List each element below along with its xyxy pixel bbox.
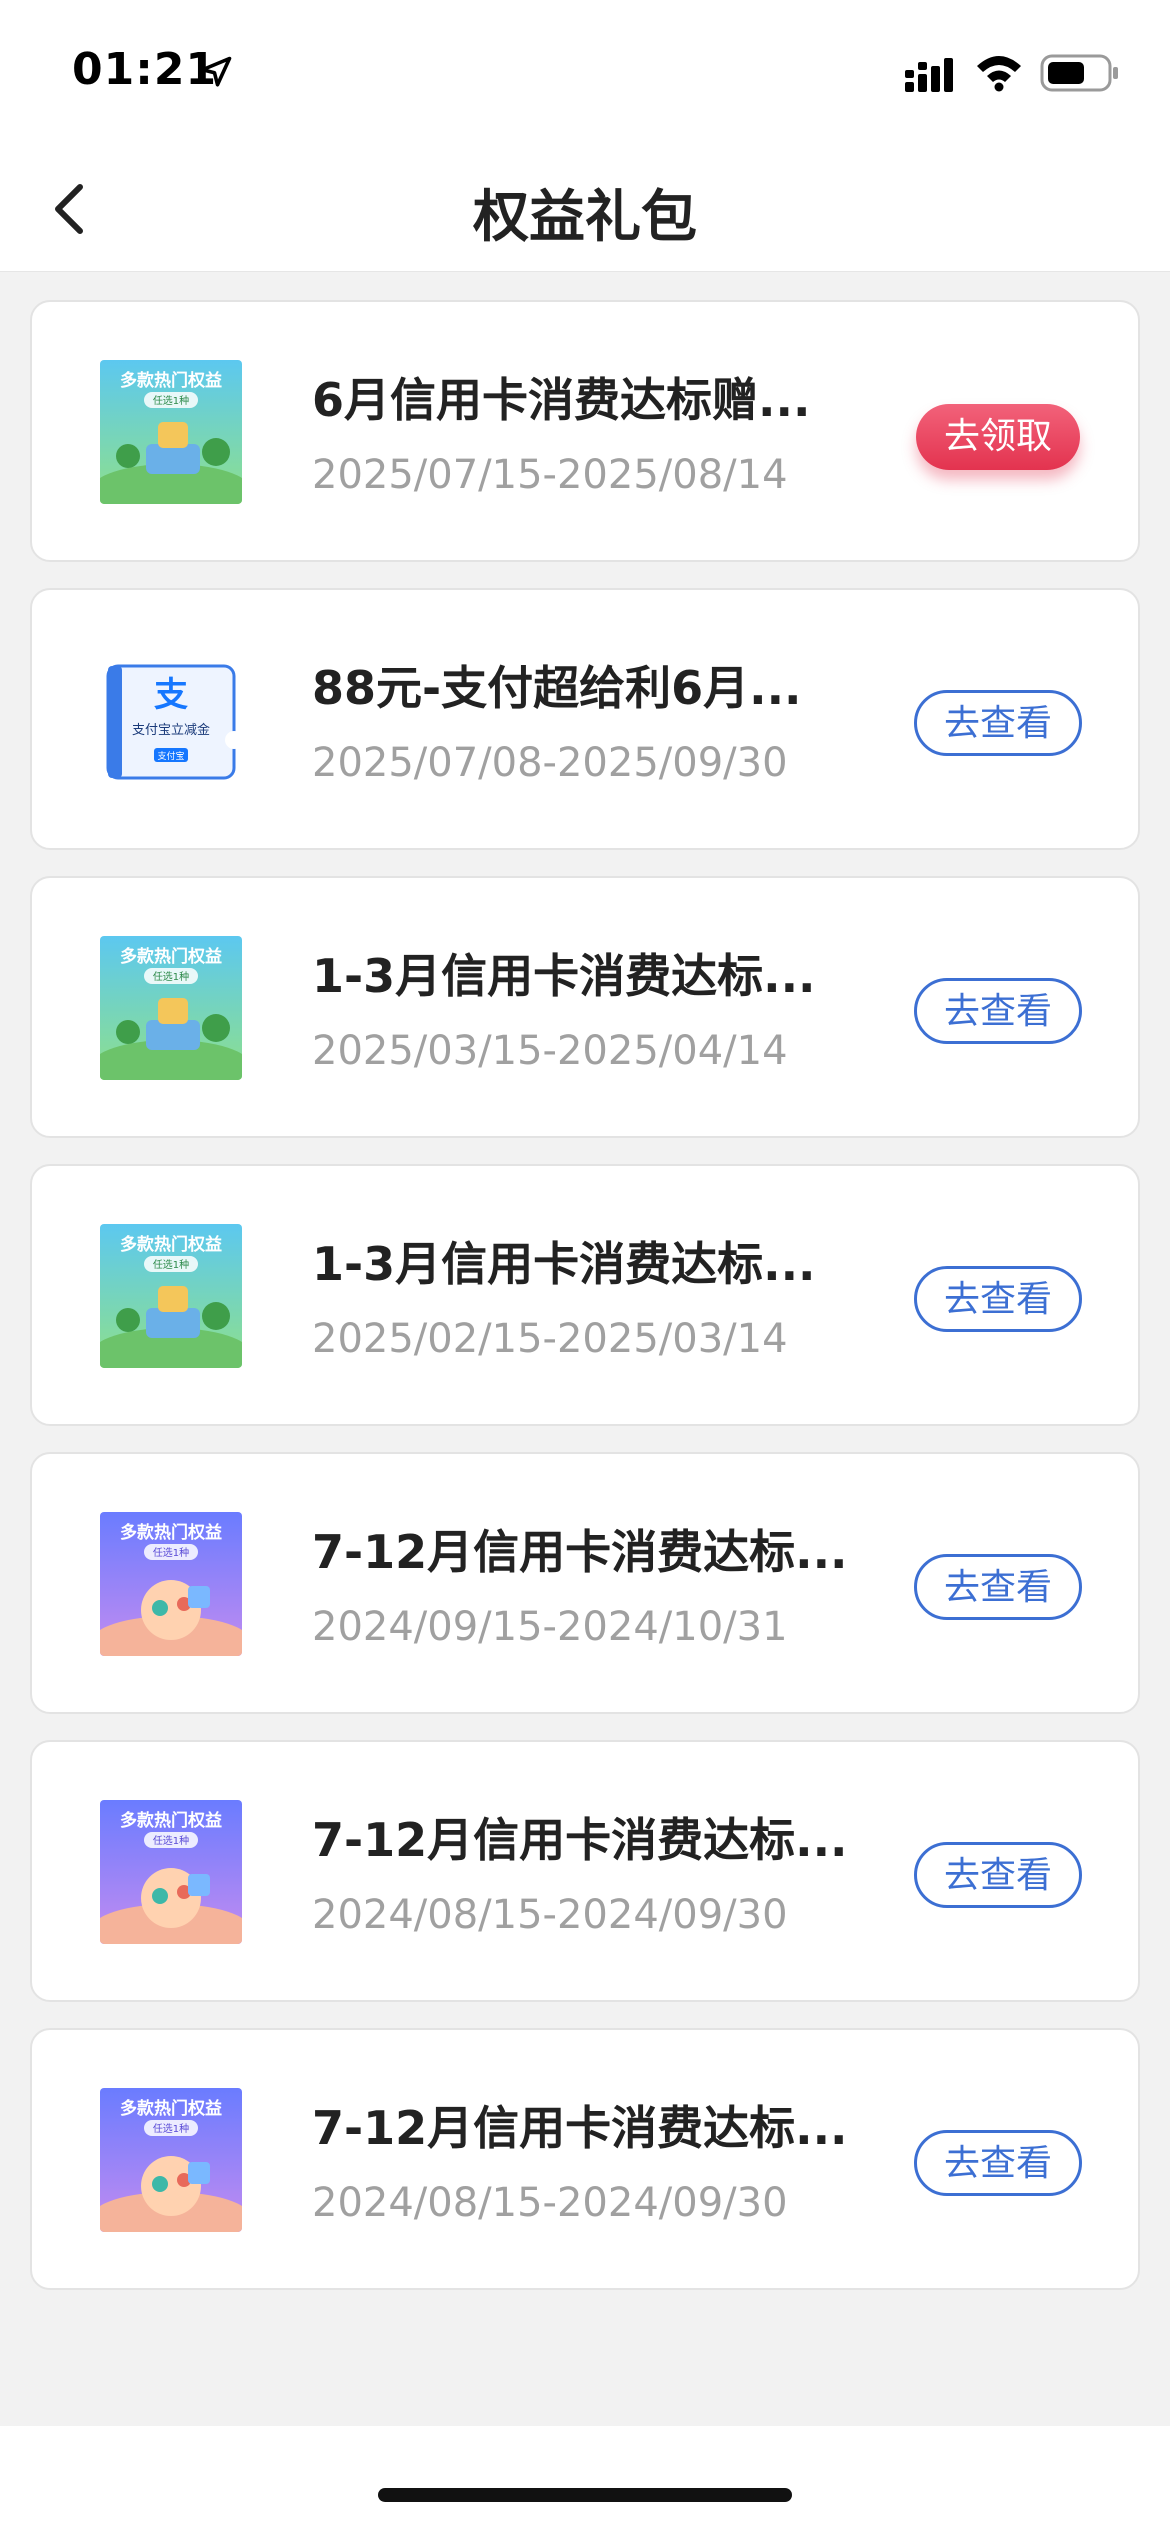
svg-text:多款热门权益: 多款热门权益 <box>120 1522 222 1543</box>
view-button[interactable]: 去查看 <box>914 2130 1082 2196</box>
item-title: 1-3月信用卡消费达标... <box>312 949 816 1003</box>
svg-text:多款热门权益: 多款热门权益 <box>120 2098 222 2119</box>
benefit-thumbnail: 多款热门权益任选1种 <box>100 2088 242 2232</box>
view-button[interactable]: 去查看 <box>914 690 1082 756</box>
item-date-range: 2025/07/15-2025/08/14 <box>312 452 788 498</box>
page-title: 权益礼包 <box>473 185 697 250</box>
svg-text:多款热门权益: 多款热门权益 <box>120 1810 222 1831</box>
svg-text:任选1种: 任选1种 <box>153 394 189 407</box>
svg-text:支付宝: 支付宝 <box>157 750 184 762</box>
cellular-signal-icon <box>905 58 953 92</box>
item-title: 7-12月信用卡消费达标... <box>312 2101 848 2155</box>
item-title: 7-12月信用卡消费达标... <box>312 1525 848 1579</box>
benefit-thumbnail: 多款热门权益任选1种 <box>100 360 242 504</box>
view-button[interactable]: 去查看 <box>914 1266 1082 1332</box>
status-bar: 01:21 <box>0 0 1170 150</box>
location-arrow-icon <box>200 56 232 87</box>
benefit-thumbnail: 多款热门权益任选1种 <box>100 1224 242 1368</box>
svg-text:多款热门权益: 多款热门权益 <box>120 1234 222 1255</box>
list-item[interactable]: 多款热门权益任选1种 7-12月信用卡消费达标... 2024/09/15-20… <box>30 1452 1140 1714</box>
list-item[interactable]: 多款热门权益任选1种 7-12月信用卡消费达标... 2024/08/15-20… <box>30 2028 1140 2290</box>
benefit-thumbnail: 多款热门权益任选1种 <box>100 1512 242 1656</box>
page: 01:21 权益礼包 多款热门权益 任选1种 6月信用卡消费达标赠... 202… <box>0 0 1170 2532</box>
svg-text:任选1种: 任选1种 <box>153 1834 189 1847</box>
list-item[interactable]: 多款热门权益任选1种 1-3月信用卡消费达标... 2025/02/15-202… <box>30 1164 1140 1426</box>
benefit-thumbnail: 多款热门权益任选1种 <box>100 936 242 1080</box>
item-date-range: 2025/03/15-2025/04/14 <box>312 1028 788 1074</box>
svg-text:多款热门权益: 多款热门权益 <box>120 370 222 391</box>
list-item[interactable]: 支支付宝立减金支付宝 88元-支付超给利6月... 2025/07/08-202… <box>30 588 1140 850</box>
benefit-package-list: 多款热门权益 任选1种 6月信用卡消费达标赠... 2025/07/15-2025… <box>30 300 1140 2316</box>
item-date-range: 2024/09/15-2024/10/31 <box>312 1604 788 1650</box>
svg-text:任选1种: 任选1种 <box>153 1546 189 1559</box>
view-button[interactable]: 去查看 <box>914 1554 1082 1620</box>
item-date-range: 2024/08/15-2024/09/30 <box>312 2180 788 2226</box>
svg-text:任选1种: 任选1种 <box>153 970 189 983</box>
list-item[interactable]: 多款热门权益任选1种 6月信用卡消费达标赠... 2025/07/15-2025… <box>30 300 1140 562</box>
battery-icon <box>1040 54 1118 92</box>
item-date-range: 2025/07/08-2025/09/30 <box>312 740 788 786</box>
claim-button[interactable]: 去领取 <box>916 404 1080 470</box>
item-title: 6月信用卡消费达标赠... <box>312 373 811 427</box>
bottom-safe-area <box>0 2426 1170 2532</box>
svg-text:任选1种: 任选1种 <box>153 1258 189 1271</box>
svg-text:支付宝立减金: 支付宝立减金 <box>132 722 210 738</box>
item-date-range: 2024/08/15-2024/09/30 <box>312 1892 788 1938</box>
view-button[interactable]: 去查看 <box>914 1842 1082 1908</box>
item-title: 1-3月信用卡消费达标... <box>312 1237 816 1291</box>
item-title: 88元-支付超给利6月... <box>312 661 802 715</box>
item-title: 7-12月信用卡消费达标... <box>312 1813 848 1867</box>
status-time: 01:21 <box>72 44 218 95</box>
list-item[interactable]: 多款热门权益任选1种 7-12月信用卡消费达标... 2024/08/15-20… <box>30 1740 1140 2002</box>
svg-text:支: 支 <box>154 675 188 715</box>
list-item[interactable]: 多款热门权益任选1种 1-3月信用卡消费达标... 2025/03/15-202… <box>30 876 1140 1138</box>
view-button[interactable]: 去查看 <box>914 978 1082 1044</box>
wifi-icon <box>977 56 1021 92</box>
svg-text:多款热门权益: 多款热门权益 <box>120 946 222 967</box>
svg-text:任选1种: 任选1种 <box>153 2122 189 2135</box>
nav-bar: 权益礼包 <box>0 150 1170 272</box>
home-indicator <box>378 2488 792 2502</box>
benefit-thumbnail: 支支付宝立减金支付宝 <box>100 648 242 792</box>
item-date-range: 2025/02/15-2025/03/14 <box>312 1316 788 1362</box>
benefit-thumbnail: 多款热门权益任选1种 <box>100 1800 242 1944</box>
